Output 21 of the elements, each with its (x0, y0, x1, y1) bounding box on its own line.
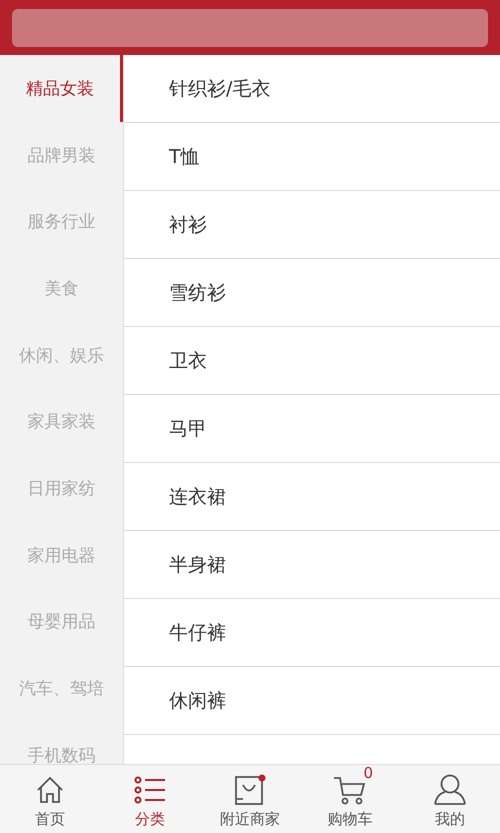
tab[interactable]: 首页 (0, 765, 100, 833)
bag-icon (234, 774, 266, 806)
list-icon (134, 775, 166, 805)
list-item[interactable]: T恤 (124, 123, 500, 191)
list-item[interactable]: 半身裙 (124, 531, 500, 599)
list-item[interactable]: 马甲 (124, 395, 500, 463)
list-item[interactable]: 连衣裙 (124, 463, 500, 531)
tab[interactable]: 我的 (400, 765, 500, 833)
tab[interactable]: 分类 (100, 765, 200, 833)
list-item[interactable]: 针织衫/毛衣 (124, 55, 500, 123)
list-item[interactable]: 休闲裤 (124, 667, 500, 735)
list-item[interactable]: 牛仔裤 (124, 599, 500, 667)
list-item[interactable]: 衬衫 (124, 191, 500, 259)
home-icon (35, 775, 65, 805)
tab[interactable]: 附近商家 (200, 765, 300, 833)
list-item[interactable]: 雪纺衫 (124, 259, 500, 327)
search-field[interactable] (12, 8, 488, 46)
tab[interactable]: 0 购物车 (300, 765, 400, 833)
user-icon (433, 774, 467, 806)
cart-count: 0 (363, 765, 373, 781)
list-item[interactable]: 卫衣 (124, 327, 500, 395)
